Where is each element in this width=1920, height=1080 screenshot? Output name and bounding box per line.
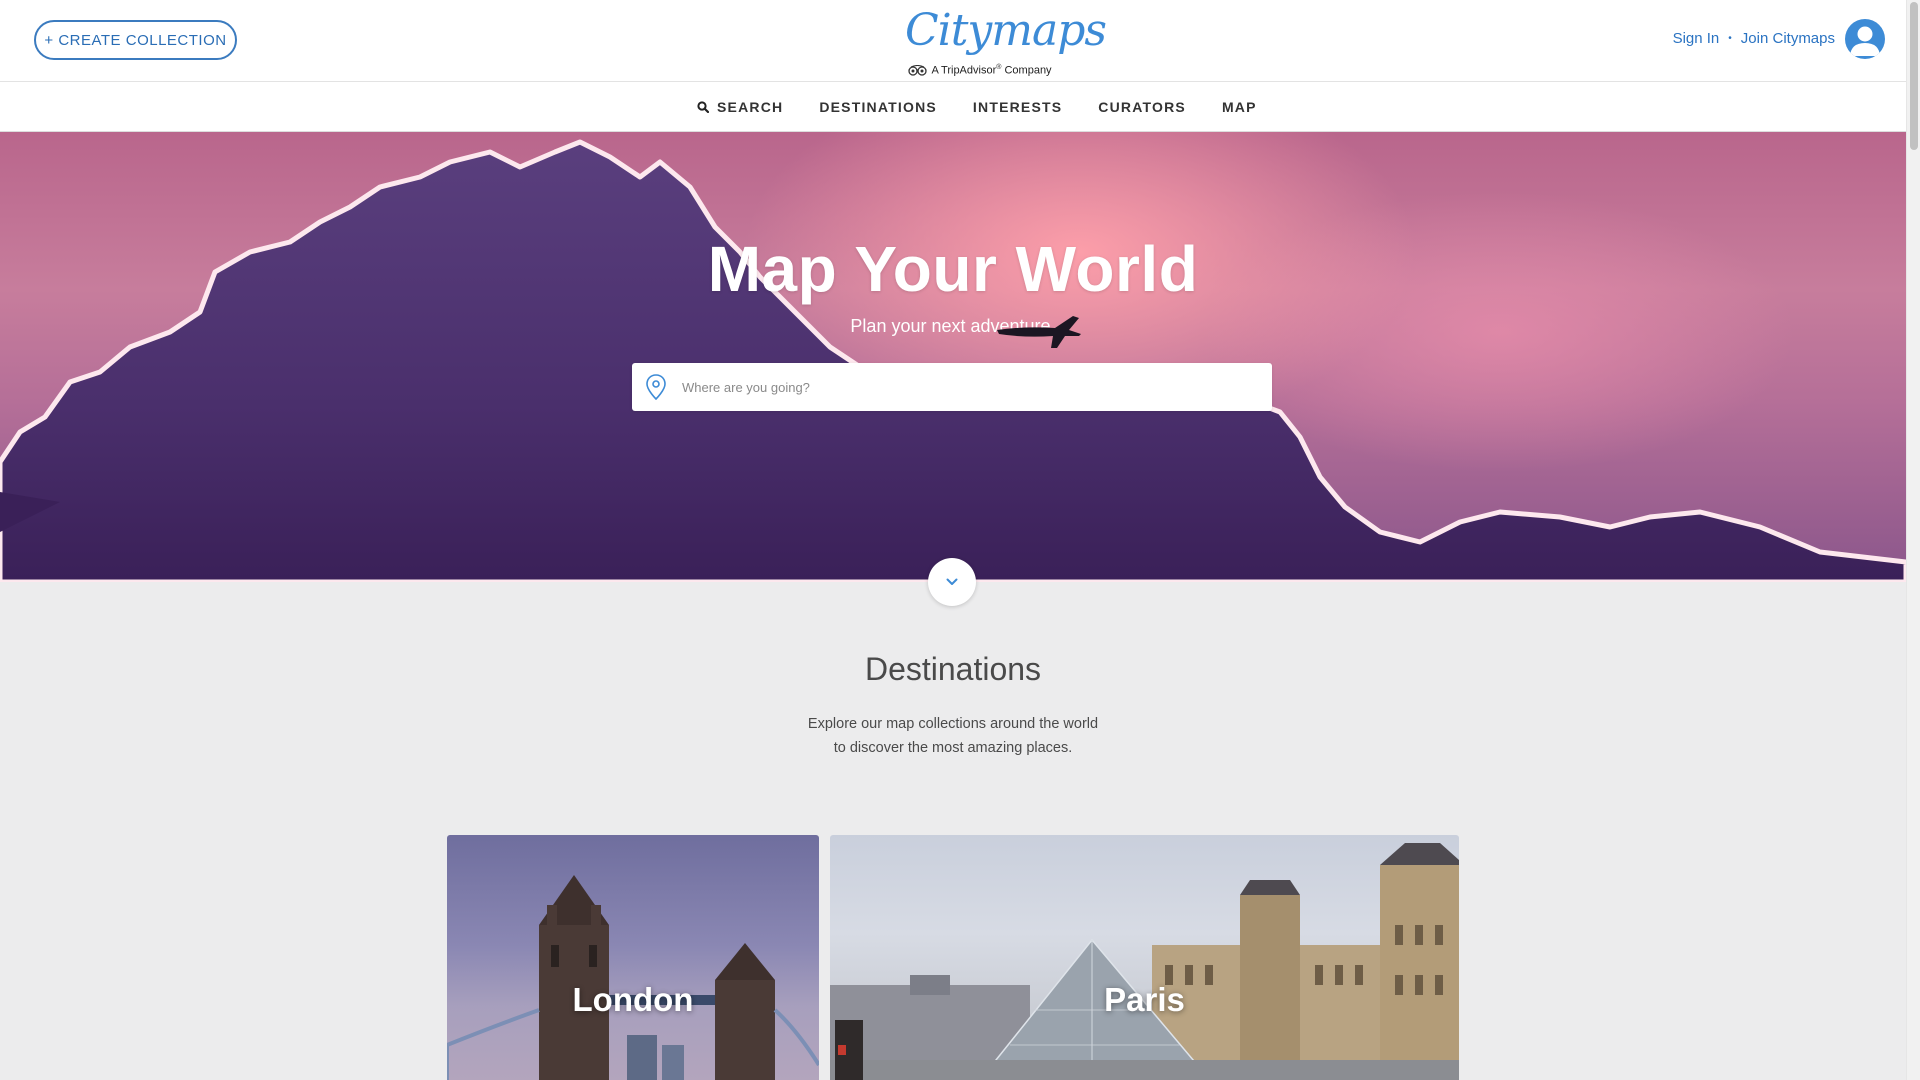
nav-destinations[interactable]: DESTINATIONS: [819, 99, 937, 115]
hero-title: Map Your World: [707, 233, 1199, 305]
destination-card-paris[interactable]: Paris: [830, 835, 1459, 1080]
nav-interests-label: INTERESTS: [972, 99, 1063, 115]
search-icon: [697, 101, 709, 113]
nav-curators[interactable]: CURATORS: [1098, 99, 1186, 115]
destination-search: [632, 363, 1272, 411]
nav-search[interactable]: SEARCH: [697, 99, 783, 115]
join-citymaps-link[interactable]: Join Citymaps: [1741, 30, 1835, 47]
nav-curators-label: CURATORS: [1098, 99, 1186, 115]
auth-links: Sign In • Join Citymaps: [1673, 30, 1835, 47]
nav-interests[interactable]: INTERESTS: [973, 99, 1062, 115]
logo-tagline: A TripAdvisor® Company: [905, 64, 1055, 77]
destination-search-input[interactable]: [682, 364, 1272, 410]
nav-map-label: MAP: [1221, 99, 1257, 115]
nav-items: SEARCH DESTINATIONS INTERESTS CURATORS M…: [697, 82, 1257, 132]
avatar[interactable]: [1845, 19, 1885, 59]
auth-separator: •: [1728, 33, 1732, 44]
hero-cloud-image: [0, 139, 1906, 582]
hero-banner: Map Your World Plan your next adventure.: [0, 132, 1906, 582]
nav-destinations-label: DESTINATIONS: [819, 99, 937, 115]
destinations-title: Destinations: [864, 651, 1042, 687]
destinations-description-line2: to discover the most amazing places.: [833, 740, 1073, 756]
citymaps-logo[interactable]: Citymaps A TripAdvisor® Company: [905, 5, 1107, 77]
destinations-description: Explore our map collections around the w…: [0, 712, 1906, 760]
page-scrollbar[interactable]: [1906, 0, 1920, 1080]
destinations-description-line1: Explore our map collections around the w…: [807, 716, 1099, 732]
nav-search-label: SEARCH: [717, 99, 784, 115]
main-nav: SEARCH DESTINATIONS INTERESTS CURATORS M…: [0, 82, 1906, 132]
chevron-down-icon: [946, 578, 958, 585]
paris-label: Paris: [1104, 981, 1185, 1018]
airplane-icon: [997, 316, 1081, 348]
create-collection-button[interactable]: + CREATE COLLECTION: [34, 20, 237, 60]
sign-in-link[interactable]: Sign In: [1673, 30, 1720, 47]
tagline-prefix: A TripAdvisor: [931, 64, 997, 77]
destination-card-london[interactable]: London: [447, 835, 819, 1080]
logo-wordmark: Citymaps: [905, 5, 1107, 56]
scrollbar-thumb[interactable]: [1910, 2, 1918, 150]
paris-image: [830, 843, 1459, 1080]
hero-subtitle: Plan your next adventure.: [850, 316, 1056, 336]
user-icon: [1850, 26, 1880, 56]
tripadvisor-owl-icon: [908, 64, 928, 76]
scroll-down-button[interactable]: [928, 558, 976, 606]
location-pin-icon: [646, 374, 666, 400]
london-label: London: [572, 981, 694, 1018]
nav-map[interactable]: MAP: [1222, 99, 1257, 115]
top-header: + CREATE COLLECTION Citymaps A TripAdvis…: [0, 0, 1906, 82]
tagline-suffix: Company: [1001, 64, 1052, 77]
page: + CREATE COLLECTION Citymaps A TripAdvis…: [0, 0, 1920, 1080]
london-image: [447, 875, 819, 1080]
